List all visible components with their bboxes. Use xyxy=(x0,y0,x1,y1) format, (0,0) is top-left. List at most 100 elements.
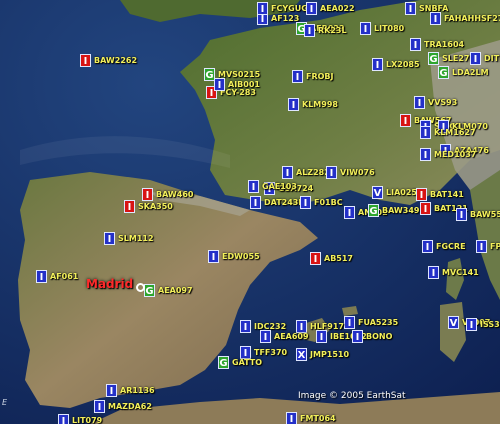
blue-aircraft-i-icon[interactable]: I xyxy=(286,412,297,424)
red-aircraft-i-icon[interactable]: I xyxy=(400,114,411,127)
flight-callsign: MVC141 xyxy=(442,268,479,277)
flight-callsign: SKA350 xyxy=(138,202,173,211)
flight-callsign: LIT080 xyxy=(374,24,405,33)
flight-callsign: FUA5235 xyxy=(358,318,399,327)
flight-callsign: AF061 xyxy=(50,272,79,281)
blue-aircraft-i-icon[interactable]: I xyxy=(428,266,439,279)
green-aircraft-g-icon[interactable]: G xyxy=(438,66,449,79)
flight-callsign: MED1037 xyxy=(434,150,477,159)
blue-aircraft-i-icon[interactable]: I xyxy=(430,12,441,25)
red-aircraft-i-icon[interactable]: I xyxy=(142,188,153,201)
green-aircraft-g-icon[interactable]: G xyxy=(144,284,155,297)
flight-callsign: DITLF xyxy=(484,54,500,63)
blue-aircraft-x-icon[interactable]: X xyxy=(296,348,307,361)
blue-aircraft-i-icon[interactable]: I xyxy=(410,38,421,51)
blue-aircraft-i-icon[interactable]: I xyxy=(250,196,261,209)
flight-callsign: AR1136 xyxy=(120,386,155,395)
blue-aircraft-i-icon[interactable]: I xyxy=(208,250,219,263)
flight-callsign: VVS93 xyxy=(428,98,458,107)
flight-callsign: LIA025 xyxy=(386,188,417,197)
flight-callsign: AEA022 xyxy=(320,4,355,13)
blue-aircraft-i-icon[interactable]: I xyxy=(470,52,481,65)
blue-aircraft-i-icon[interactable]: I xyxy=(94,400,105,413)
blue-aircraft-i-icon[interactable]: I xyxy=(36,270,47,283)
blue-aircraft-i-icon[interactable]: I xyxy=(306,2,317,15)
flight-callsign: EDW055 xyxy=(222,252,260,261)
blue-aircraft-i-icon[interactable]: I xyxy=(414,96,425,109)
flight-callsign: BAW2262 xyxy=(94,56,138,65)
green-aircraft-g-icon[interactable]: G xyxy=(368,204,379,217)
blue-aircraft-i-icon[interactable]: I xyxy=(344,206,355,219)
blue-aircraft-i-icon[interactable]: I xyxy=(248,180,259,193)
flight-callsign: LX2085 xyxy=(386,60,420,69)
blue-aircraft-i-icon[interactable]: I xyxy=(456,208,467,221)
flight-callsign: AEA097 xyxy=(158,286,193,295)
city-circle-icon xyxy=(136,283,145,292)
blue-aircraft-v-icon[interactable]: V xyxy=(372,186,383,199)
blue-aircraft-v-icon[interactable]: V xyxy=(448,316,459,329)
flight-callsign: BAT141 xyxy=(430,190,464,199)
blue-aircraft-i-icon[interactable]: I xyxy=(420,148,431,161)
flight-callsign: FROBJ xyxy=(306,72,334,81)
blue-aircraft-i-icon[interactable]: I xyxy=(304,24,315,37)
flight-callsign: ALZ282 xyxy=(296,168,330,177)
flight-callsign: SLM112 xyxy=(118,234,154,243)
blue-aircraft-i-icon[interactable]: I xyxy=(352,330,363,343)
blue-aircraft-i-icon[interactable]: I xyxy=(104,232,115,245)
blue-aircraft-i-icon[interactable]: I xyxy=(58,414,69,424)
imagery-credit: Image © 2005 EarthSat xyxy=(298,391,406,401)
blue-aircraft-i-icon[interactable]: I xyxy=(214,78,225,91)
blue-aircraft-i-icon[interactable]: I xyxy=(372,58,383,71)
flight-callsign: BONO xyxy=(366,332,393,341)
green-aircraft-g-icon[interactable]: G xyxy=(428,52,439,65)
flight-callsign: TRA1604 xyxy=(424,40,465,49)
blue-aircraft-i-icon[interactable]: I xyxy=(326,166,337,179)
flight-callsign: VIW076 xyxy=(340,168,375,177)
flight-callsign: FPA001 xyxy=(490,242,500,251)
green-aircraft-g-icon[interactable]: G xyxy=(218,356,229,369)
flight-callsign: JMP1510 xyxy=(310,350,350,359)
flight-callsign: BAW460 xyxy=(156,190,194,199)
flight-callsign: F01BC xyxy=(314,198,343,207)
blue-aircraft-i-icon[interactable]: I xyxy=(420,126,431,139)
red-aircraft-i-icon[interactable]: I xyxy=(124,200,135,213)
flight-callsign: LIT079 xyxy=(72,416,103,424)
blue-aircraft-i-icon[interactable]: I xyxy=(422,240,433,253)
blue-aircraft-i-icon[interactable]: I xyxy=(316,330,327,343)
flight-callsign: ISS34 xyxy=(480,320,500,329)
flight-callsign: AIB001 xyxy=(228,80,260,89)
blue-aircraft-i-icon[interactable]: I xyxy=(260,330,271,343)
flight-callsign: FGCRE xyxy=(436,242,466,251)
blue-aircraft-i-icon[interactable]: I xyxy=(476,240,487,253)
flight-callsign: KLM1627 xyxy=(434,128,476,137)
blue-aircraft-i-icon[interactable]: I xyxy=(106,384,117,397)
flight-callsign: AEA609 xyxy=(274,332,309,341)
blue-aircraft-i-icon[interactable]: I xyxy=(240,320,251,333)
blue-aircraft-i-icon[interactable]: I xyxy=(405,2,416,15)
compass-edge-mark: E xyxy=(2,398,8,407)
flight-callsign: GATTO xyxy=(232,358,263,367)
blue-aircraft-i-icon[interactable]: I xyxy=(282,166,293,179)
map-viewport[interactable]: I AF123 I FCYGUG G AFR022 I AEA022 I RK23L I LIT080… xyxy=(0,0,500,424)
flight-callsign: MAZDA62 xyxy=(108,402,152,411)
red-aircraft-i-icon[interactable]: I xyxy=(80,54,91,67)
flight-callsign: KLM998 xyxy=(302,100,338,109)
flight-callsign: BAW349 xyxy=(382,206,420,215)
flight-callsign: DAT243R xyxy=(264,198,305,207)
flight-callsign: RK23L xyxy=(318,26,347,35)
city-label-madrid: Madrid xyxy=(86,277,134,291)
blue-aircraft-i-icon[interactable]: I xyxy=(360,22,371,35)
blue-aircraft-i-icon[interactable]: I xyxy=(257,2,268,15)
flight-callsign: FCYGUG xyxy=(271,4,308,13)
blue-aircraft-i-icon[interactable]: I xyxy=(292,70,303,83)
red-aircraft-i-icon[interactable]: I xyxy=(310,252,321,265)
blue-aircraft-i-icon[interactable]: I xyxy=(300,196,311,209)
blue-aircraft-i-icon[interactable]: I xyxy=(344,316,355,329)
red-aircraft-i-icon[interactable]: I xyxy=(420,202,431,215)
red-aircraft-i-icon[interactable]: I xyxy=(416,188,427,201)
flight-callsign: FMT064 xyxy=(300,414,336,423)
blue-aircraft-i-icon[interactable]: I xyxy=(288,98,299,111)
flight-callsign: AB517 xyxy=(324,254,353,263)
blue-aircraft-i-icon[interactable]: I xyxy=(466,318,477,331)
flight-callsign: BAW559 xyxy=(470,210,500,219)
